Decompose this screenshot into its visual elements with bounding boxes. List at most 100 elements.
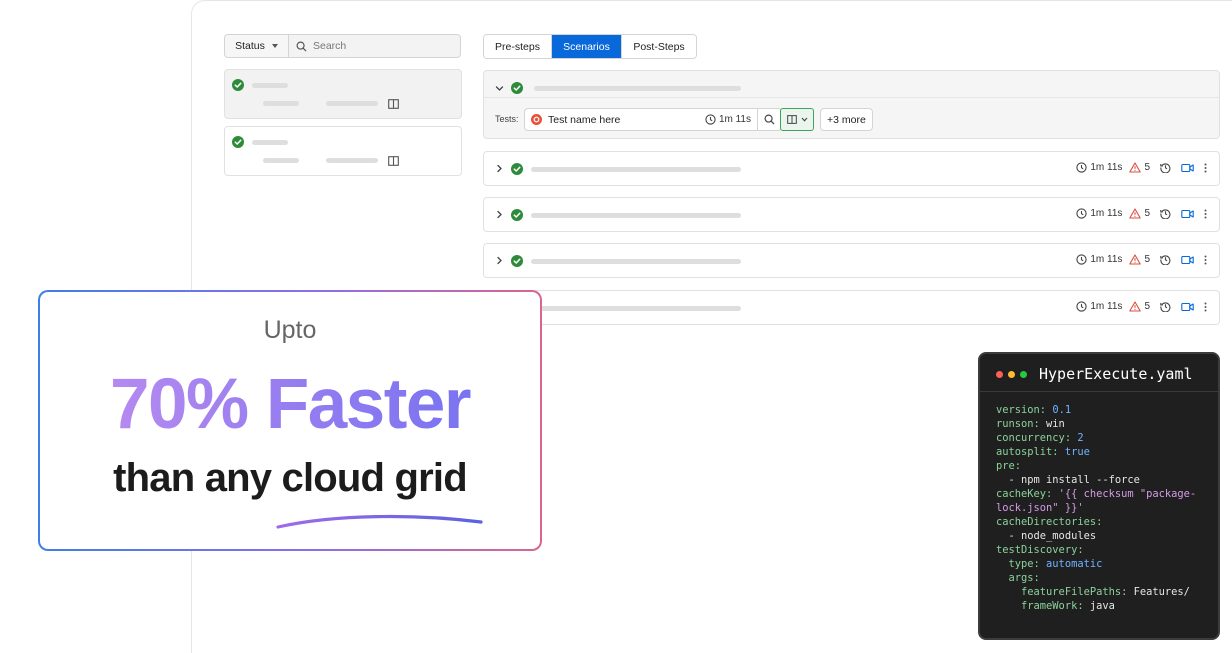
duration-text: 1m 11s [1090,162,1123,173]
warning-count-text: 5 [1144,162,1150,173]
more-vertical-icon[interactable] [1204,255,1207,265]
video-icon[interactable] [1181,163,1194,173]
test-search-button[interactable] [757,109,781,130]
more-vertical-icon[interactable] [1204,302,1207,312]
warning-count-text: 5 [1144,301,1150,312]
history-icon[interactable] [1160,301,1171,312]
test-selector[interactable]: Test name here 1m 11s [524,108,782,131]
warning-triangle-icon [1129,301,1142,312]
code-token: win [1046,418,1065,430]
code-line: cacheDirectories: [996,515,1212,529]
check-circle-icon [511,209,523,221]
scenario-meta: 1m 11s 5 [1076,254,1207,265]
duration: 1m 11s [1076,301,1122,312]
book-icon[interactable] [388,156,399,166]
code-token: 0.1 [1052,404,1072,416]
scenario-row[interactable]: 1m 11s 5 [483,290,1220,325]
test-name: Test name here [548,113,621,126]
code-line: runson: win [996,417,1212,431]
clock-icon [1076,254,1088,265]
code-token: automatic [1046,558,1103,570]
code-token: featureFilePaths: [996,586,1134,598]
clock-icon [705,114,716,125]
tests-label: Tests: [495,114,519,124]
search-icon [296,41,307,52]
status-filter-label: Status [235,40,265,52]
view-mode-dropdown[interactable] [780,108,814,131]
check-circle-icon [511,163,523,175]
error-circle-icon [531,114,542,125]
scenario-meta: 1m 11s 5 [1076,162,1207,173]
duration-text: 1m 11s [1090,208,1123,219]
warning-count-text: 5 [1144,208,1150,219]
duration-text: 1m 11s [1090,254,1123,265]
search-icon [764,114,775,125]
history-icon[interactable] [1160,254,1171,265]
chevron-right-icon[interactable] [495,256,504,265]
history-icon[interactable] [1160,208,1171,219]
code-line: - node_modules [996,529,1212,543]
code-line: - npm install --force [996,473,1212,487]
video-icon[interactable] [1181,255,1194,265]
duration: 1m 11s [1076,208,1122,219]
video-icon[interactable] [1181,302,1194,312]
underline-swoosh-icon [276,514,483,529]
chevron-right-icon[interactable] [495,164,504,173]
duration-text: 1m 11s [1090,301,1123,312]
code-token: pre: [996,460,1022,472]
code-token: 2 [1077,432,1084,444]
code-line: args: [996,571,1212,585]
more-vertical-icon[interactable] [1204,163,1207,173]
more-vertical-icon[interactable] [1204,209,1207,219]
code-line: cacheKey: '{{ checksum "package- [996,487,1212,501]
build-list-item[interactable] [224,69,462,119]
clock-icon [1076,301,1088,312]
scenario-row[interactable]: 1m 11s 5 [483,243,1220,278]
warning-triangle-icon [1129,208,1142,219]
promo-headline: 70% Faster [40,364,540,445]
placeholder-line [531,167,741,172]
duration: 1m 11s [1076,162,1122,173]
search-input[interactable] [313,40,453,52]
code-line: featureFilePaths: Features/ [996,585,1212,599]
placeholder-line [263,101,299,106]
code-editor-window: HyperExecute.yaml version: 0.1 runson: wi… [978,352,1220,640]
tab-scenarios[interactable]: Scenarios [552,35,622,58]
check-circle-icon [511,82,523,94]
more-tests-button[interactable]: +3 more [820,108,873,131]
warning-count: 5 [1129,301,1150,312]
warning-triangle-icon [1129,162,1142,173]
minimize-dot-icon [1008,371,1015,378]
check-circle-icon [232,79,244,91]
warning-count: 5 [1129,254,1150,265]
code-token: type: [996,558,1047,570]
chevron-down-icon[interactable] [495,84,504,93]
search-field[interactable] [289,34,461,58]
close-dot-icon [996,371,1003,378]
placeholder-line [534,86,741,91]
code-token: autosplit: [996,446,1065,458]
history-icon[interactable] [1160,162,1171,173]
book-icon [786,115,797,124]
scenario-row[interactable]: 1m 11s 5 [483,197,1220,232]
chevron-right-icon[interactable] [495,210,504,219]
warning-count: 5 [1129,162,1150,173]
scenario-row-expanded[interactable]: Tests: Test name here 1m 11s +3 more [483,70,1220,139]
warning-count: 5 [1129,208,1150,219]
code-token: runson: [996,418,1047,430]
tab-pre-steps[interactable]: Pre-steps [484,35,552,58]
tab-post-steps[interactable]: Post-Steps [622,35,696,58]
code-line: autosplit: true [996,445,1212,459]
book-icon[interactable] [388,99,399,109]
filter-bar: Status [224,34,461,58]
clock-icon [1076,208,1088,219]
tests-toolbar: Tests: Test name here 1m 11s +3 more [484,97,1219,139]
placeholder-line [252,83,288,88]
scenario-row[interactable]: 1m 11s 5 [483,151,1220,186]
status-filter-dropdown[interactable]: Status [224,34,289,58]
code-token: Features/ [1133,586,1190,598]
code-token: cacheKey: [996,488,1059,500]
code-token: cacheDirectories: [996,516,1103,528]
video-icon[interactable] [1181,209,1194,219]
build-list-item[interactable] [224,126,462,176]
